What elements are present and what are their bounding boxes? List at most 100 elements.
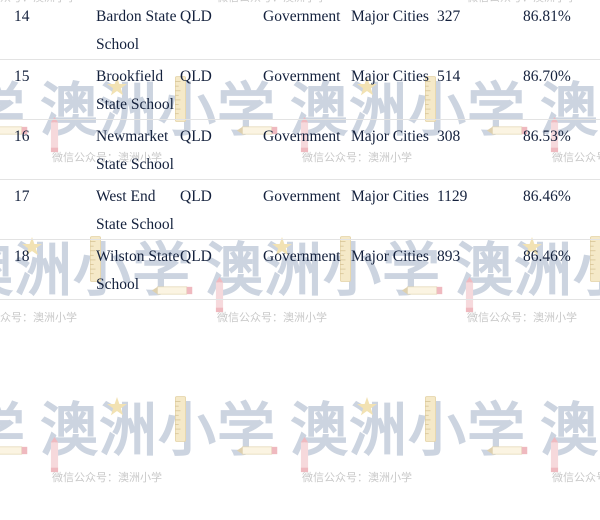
cell-state: QLD xyxy=(180,179,263,240)
cell-percentage: 86.70% xyxy=(523,59,600,120)
cell-enrolments: 514 xyxy=(437,59,523,120)
watermark-sub-text: 微信公众号：澳洲小学 xyxy=(302,471,412,484)
cell-school: Brookfield State School xyxy=(96,59,180,120)
watermark-main-text: 澳洲小学 xyxy=(40,396,277,464)
cell-rank: 15 xyxy=(0,59,96,120)
ruler-icon xyxy=(175,395,186,443)
cell-region-text: Major Cities xyxy=(351,68,429,85)
cell-percentage: 86.46% xyxy=(523,239,600,300)
cell-sector: Government xyxy=(263,239,351,300)
cell-state-text: QLD xyxy=(180,248,212,265)
table-row[interactable]: 15 Brookfield State School QLD Government Ma… xyxy=(0,59,600,120)
cell-region: Major Cities xyxy=(351,0,437,60)
cell-rank: 18 xyxy=(0,239,96,300)
cell-region-text: Major Cities xyxy=(351,128,429,145)
cell-enrolments-text: 514 xyxy=(437,68,461,85)
cell-sector: Government xyxy=(263,179,351,240)
cell-school-text: Newmarket State School xyxy=(96,128,174,173)
table-row[interactable]: 18 Wilston State School QLD Government Major… xyxy=(0,239,600,300)
ruler-icon xyxy=(425,395,436,443)
watermark-main-text: 澳洲小学 xyxy=(0,401,40,459)
cell-enrolments-text: 893 xyxy=(437,248,461,265)
cell-percentage: 86.46% xyxy=(523,179,600,240)
watermark-unit: 澳洲小学微信公众号：澳洲小学 xyxy=(540,395,600,500)
cell-state: QLD xyxy=(180,119,263,180)
cell-region: Major Cities xyxy=(351,59,437,120)
star-icon xyxy=(106,397,128,419)
pencil-icon xyxy=(50,437,59,473)
cell-percentage: 86.53% xyxy=(523,119,600,180)
cell-enrolments: 327 xyxy=(437,0,523,60)
watermark-main-text: 澳洲小学 xyxy=(540,396,600,464)
cell-school-text: West End State School xyxy=(96,188,174,233)
cell-sector-text: Government xyxy=(263,8,341,25)
cell-region-text: Major Cities xyxy=(351,8,429,25)
cell-rank: 14 xyxy=(0,0,96,60)
cell-region-text: Major Cities xyxy=(351,248,429,265)
cell-rank-text: 14 xyxy=(14,8,30,25)
watermark-sub-text: 微信公众号：澳洲小学 xyxy=(0,471,52,485)
cell-rank-text: 15 xyxy=(14,68,30,85)
cell-rank: 16 xyxy=(0,119,96,180)
cell-state-text: QLD xyxy=(180,8,212,25)
cell-percentage: 86.81% xyxy=(523,0,600,60)
watermark-main-text: 澳洲小学 xyxy=(290,396,527,464)
school-ranking-table: 14 Bardon State School QLD Government Major … xyxy=(0,0,600,300)
cell-rank-text: 16 xyxy=(14,128,30,145)
cell-percentage-text: 86.46% xyxy=(523,188,571,205)
school-ranking-body: 14 Bardon State School QLD Government Major … xyxy=(0,0,600,300)
cell-state-text: QLD xyxy=(180,68,212,85)
cell-school: Newmarket State School xyxy=(96,119,180,180)
cell-enrolments-text: 327 xyxy=(437,8,461,25)
pencil-icon xyxy=(300,437,309,473)
cell-percentage-text: 86.81% xyxy=(523,8,571,25)
watermark-sub-text: 微信公众号：澳洲小学 xyxy=(0,311,77,324)
cell-state-text: QLD xyxy=(180,188,212,205)
cell-sector-text: Government xyxy=(263,128,341,145)
table-row[interactable]: 16 Newmarket State School QLD Government Maj… xyxy=(0,119,600,180)
cell-sector: Government xyxy=(263,59,351,120)
star-icon xyxy=(356,397,378,419)
cell-sector-text: Government xyxy=(263,248,341,265)
cell-school-text: Bardon State School xyxy=(96,8,177,53)
cell-rank-text: 18 xyxy=(14,248,30,265)
cell-region: Major Cities xyxy=(351,119,437,180)
watermark-sub-text: 微信公众号：澳洲小学 xyxy=(467,311,577,324)
cell-rank: 17 xyxy=(0,179,96,240)
watermark-unit: 澳洲小学微信公众号：澳洲小学 xyxy=(0,395,40,500)
cell-sector-text: Government xyxy=(263,68,341,85)
watermark-unit: 澳洲小学微信公众号：澳洲小学 xyxy=(290,395,540,500)
cell-school: Bardon State School xyxy=(96,0,180,60)
cell-region-text: Major Cities xyxy=(351,188,429,205)
watermark-sub-text: 微信公众号：澳洲小学 xyxy=(52,471,162,484)
watermark-unit: 澳洲小学微信公众号：澳洲小学 xyxy=(40,395,290,500)
table-row[interactable]: 14 Bardon State School QLD Government Major … xyxy=(0,0,600,60)
cell-region: Major Cities xyxy=(351,239,437,300)
pencil-horizontal-icon xyxy=(0,443,30,455)
pencil-horizontal-icon xyxy=(486,443,530,455)
cell-school-text: Brookfield State School xyxy=(96,68,174,113)
table-row[interactable]: 17 West End State School QLD Government Majo… xyxy=(0,179,600,240)
cell-region: Major Cities xyxy=(351,179,437,240)
cell-state: QLD xyxy=(180,0,263,60)
watermark-sub-text: 微信公众号：澳洲小学 xyxy=(552,471,600,484)
cell-enrolments: 893 xyxy=(437,239,523,300)
cell-percentage-text: 86.53% xyxy=(523,128,571,145)
cell-school: West End State School xyxy=(96,179,180,240)
cell-state-text: QLD xyxy=(180,128,212,145)
cell-sector: Government xyxy=(263,119,351,180)
cell-rank-text: 17 xyxy=(14,188,30,205)
watermark-sub-text: 微信公众号：澳洲小学 xyxy=(217,311,327,324)
cell-sector-text: Government xyxy=(263,188,341,205)
cell-sector: Government xyxy=(263,0,351,60)
cell-enrolments: 1129 xyxy=(437,179,523,240)
cell-enrolments: 308 xyxy=(437,119,523,180)
cell-percentage-text: 86.70% xyxy=(523,68,571,85)
pencil-horizontal-icon xyxy=(236,443,280,455)
cell-state: QLD xyxy=(180,239,263,300)
cell-state: QLD xyxy=(180,59,263,120)
cell-enrolments-text: 1129 xyxy=(437,188,468,205)
pencil-icon xyxy=(550,437,559,473)
cell-school: Wilston State School xyxy=(96,239,180,300)
cell-school-text: Wilston State School xyxy=(96,248,180,293)
